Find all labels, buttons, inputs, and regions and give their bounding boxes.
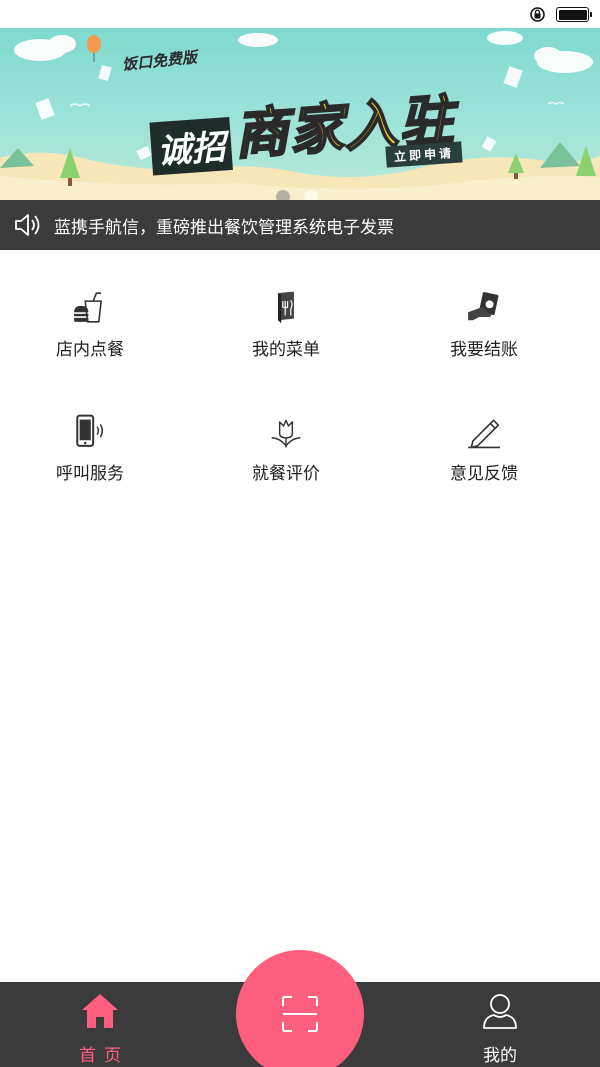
grid-item-label: 店内点餐	[56, 340, 124, 360]
cash-payment-icon	[468, 292, 499, 321]
grid-item-label: 我要结账	[450, 340, 518, 360]
grid-item-my-menu[interactable]: 我的菜单	[196, 250, 376, 360]
burger-drink-icon	[74, 292, 103, 323]
menu-book-icon	[278, 291, 294, 324]
grid-item-label: 呼叫服务	[56, 464, 124, 484]
grid-item-rate-dining[interactable]: 就餐评价	[196, 374, 376, 484]
scan-icon	[282, 996, 318, 1032]
home-icon	[82, 994, 118, 1028]
banner-dot-2[interactable]	[304, 190, 318, 200]
grid-item-label: 意见反馈	[450, 464, 518, 484]
grid-item-checkout[interactable]: 我要结账	[394, 250, 574, 360]
user-icon	[483, 994, 517, 1029]
battery-icon	[556, 7, 592, 22]
grid-item-label: 我的菜单	[252, 340, 320, 360]
tab-mine[interactable]: 我的	[440, 982, 560, 1067]
promo-banner[interactable]: 饭口免费版 诚招 商家入驻 立即申请	[0, 28, 600, 200]
flower-icon	[271, 419, 301, 448]
banner-pagination	[276, 190, 318, 200]
grid-item-call-service[interactable]: 呼叫服务	[0, 374, 180, 484]
grid-item-label: 就餐评价	[252, 464, 320, 484]
speaker-icon	[15, 214, 40, 236]
status-bar	[0, 0, 600, 28]
notice-text: 蓝携手航信，重磅推出餐饮管理系统电子发票	[54, 217, 394, 238]
phone-call-icon	[76, 414, 104, 447]
tab-home[interactable]: 首页	[40, 982, 160, 1067]
banner-headline-small: 诚招	[149, 117, 233, 176]
grid-item-feedback[interactable]: 意见反馈	[394, 374, 574, 484]
tab-mine-label: 我的	[483, 1046, 517, 1066]
rotation-lock-icon	[530, 7, 545, 22]
pencil-icon	[468, 419, 500, 449]
banner-dot-1[interactable]	[276, 190, 290, 200]
notice-bar[interactable]: 蓝携手航信，重磅推出餐饮管理系统电子发票	[0, 200, 600, 250]
grid-item-order-in-store[interactable]: 店内点餐	[0, 250, 180, 360]
tab-home-label: 首页	[79, 1046, 129, 1066]
scan-button[interactable]	[236, 950, 364, 1067]
